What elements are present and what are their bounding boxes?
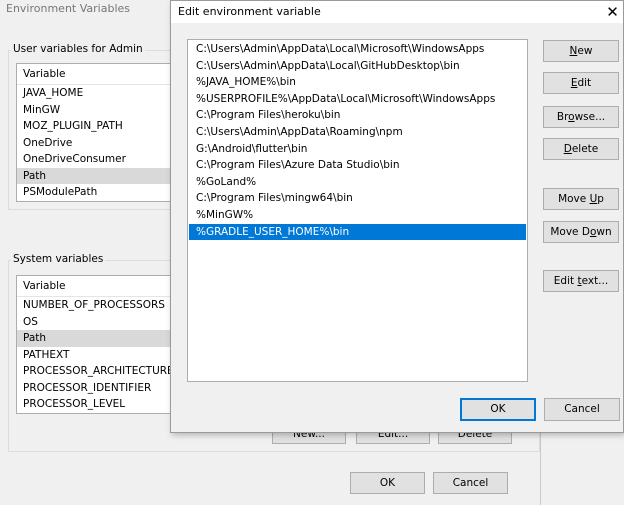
path-entry[interactable]: C:\Users\Admin\AppData\Local\GitHubDeskt… (189, 58, 526, 75)
path-entry[interactable]: C:\Program Files\mingw64\bin (189, 190, 526, 207)
move-down-label-rest: wn (596, 226, 612, 238)
list-item[interactable]: NUMBER_OF_PROCESSORS (17, 297, 177, 314)
move-down-button[interactable]: Move Down (543, 221, 619, 243)
ok-button[interactable]: OK (350, 472, 425, 494)
list-item[interactable]: Path (17, 167, 177, 184)
path-entry[interactable]: %GoLand% (189, 174, 526, 191)
list-item[interactable]: PROCESSOR_IDENTIFIER (17, 380, 177, 397)
close-icon[interactable]: ✕ (602, 1, 623, 23)
edit-text-label-rest: ext... (581, 275, 609, 287)
move-up-button[interactable]: Move Up (543, 188, 619, 210)
move-up-label-pre: Move (558, 193, 590, 205)
list-item[interactable]: JAVA_HOME (17, 85, 177, 102)
path-entry[interactable]: %GRADLE_USER_HOME%\bin (189, 223, 526, 241)
cancel-button[interactable]: Cancel (433, 472, 508, 494)
browse-button[interactable]: Browse... (543, 106, 619, 128)
dialog-ok-button[interactable]: OK (460, 398, 536, 421)
new-button[interactable]: New (543, 40, 619, 62)
move-up-label-rest: p (597, 193, 604, 205)
path-entry[interactable]: G:\Android\flutter\bin (189, 141, 526, 158)
system-variables-label: System variables (11, 253, 106, 265)
delete-mnemonic: D (563, 143, 572, 155)
user-variables-label: User variables for Admin (11, 43, 145, 55)
list-item[interactable]: Path (17, 330, 177, 347)
edit-button[interactable]: Edit (543, 72, 619, 94)
list-item[interactable]: PROCESSOR_LEVEL (17, 396, 177, 413)
list-item[interactable]: OneDrive (17, 135, 177, 152)
list-item[interactable]: OneDriveConsumer (17, 151, 177, 168)
dialog-cancel-button[interactable]: Cancel (544, 398, 620, 421)
new-label-rest: ew (577, 45, 593, 57)
system-variables-list[interactable]: Variable NUMBER_OF_PROCESSORS OS Path PATHE… (16, 275, 178, 414)
delete-label-rest: elete (571, 143, 599, 155)
edit-label-rest: dit (577, 77, 592, 89)
list-item[interactable]: OS (17, 314, 177, 331)
edit-text-label-pre: Edit (553, 275, 578, 287)
path-entry[interactable]: C:\Program Files\Azure Data Studio\bin (189, 157, 526, 174)
path-entry[interactable]: %MinGW% (189, 207, 526, 224)
column-header-variable[interactable]: Variable (17, 276, 177, 297)
user-variables-list[interactable]: Variable JAVA_HOME MinGW MOZ_PLUGIN_PATH On… (16, 63, 178, 202)
delete-button[interactable]: Delete (543, 138, 619, 160)
path-entry[interactable]: %USERPROFILE%\AppData\Local\Microsoft\Wi… (189, 91, 526, 108)
list-item[interactable]: MinGW (17, 102, 177, 119)
column-header-variable[interactable]: Variable (17, 64, 177, 85)
move-down-label-pre: Move D (550, 226, 590, 238)
browse-label-pre: Br (556, 111, 569, 123)
window-title: Environment Variables (6, 2, 131, 15)
list-item[interactable]: PATHEXT (17, 347, 177, 364)
path-entry[interactable]: C:\Program Files\heroku\bin (189, 107, 526, 124)
list-item[interactable]: MOZ_PLUGIN_PATH (17, 118, 177, 135)
list-item[interactable]: PROCESSOR_ARCHITECTURE (17, 363, 177, 380)
dialog-title: Edit environment variable (178, 5, 321, 18)
path-entry[interactable]: C:\Users\Admin\AppData\Roaming\npm (189, 124, 526, 141)
list-item[interactable]: PSModulePath (17, 184, 177, 201)
path-entries-list[interactable]: C:\Users\Admin\AppData\Local\Microsoft\W… (187, 39, 528, 382)
browse-label-rest: wse... (574, 111, 606, 123)
path-entry[interactable]: C:\Users\Admin\AppData\Local\Microsoft\W… (189, 41, 526, 58)
edit-text-button[interactable]: Edit text... (543, 270, 619, 292)
path-entry[interactable]: %JAVA_HOME%\bin (189, 74, 526, 91)
edit-environment-variable-dialog: Edit environment variable ✕ C:\Users\Adm… (170, 0, 624, 433)
